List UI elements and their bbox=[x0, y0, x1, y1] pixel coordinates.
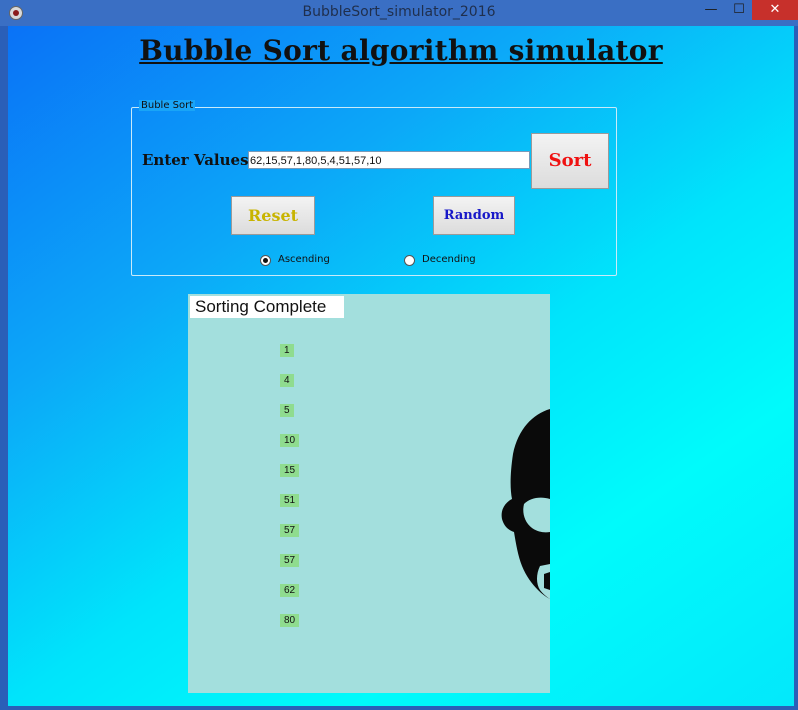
maximize-button[interactable]: ☐ bbox=[724, 0, 754, 20]
form-client-area: Bubble Sort algorithm simulator Buble So… bbox=[8, 26, 794, 706]
sorted-value: 80 bbox=[280, 614, 300, 627]
sorted-value: 1 bbox=[280, 344, 294, 357]
minimize-button[interactable]: — bbox=[696, 0, 726, 20]
sort-output-panel: Sorting Complete 1 4 5 10 15 51 57 57 62… bbox=[188, 294, 550, 693]
ascending-label[interactable]: Ascending bbox=[278, 254, 330, 265]
close-button[interactable]: ✕ bbox=[752, 0, 798, 20]
descending-label[interactable]: Decending bbox=[422, 254, 476, 265]
ascending-radio[interactable] bbox=[260, 255, 271, 266]
sorted-value: 62 bbox=[280, 584, 300, 597]
status-label: Sorting Complete bbox=[190, 296, 344, 318]
sorted-value: 51 bbox=[280, 494, 300, 507]
enter-values-label: Enter Values bbox=[142, 151, 249, 169]
reset-button[interactable]: Reset bbox=[231, 196, 315, 235]
descending-radio[interactable] bbox=[404, 255, 415, 266]
title-bar: BubbleSort_simulator_2016 — ☐ ✕ bbox=[0, 0, 798, 26]
values-input[interactable]: 62,15,57,1,80,5,4,51,57,10 bbox=[248, 151, 530, 169]
sorted-value: 15 bbox=[280, 464, 300, 477]
random-button[interactable]: Random bbox=[433, 196, 515, 235]
page-title: Bubble Sort algorithm simulator bbox=[139, 34, 663, 67]
sorted-value: 5 bbox=[280, 404, 294, 417]
sorted-value: 4 bbox=[280, 374, 294, 387]
sorted-value: 57 bbox=[280, 524, 300, 537]
groupbox-legend: Buble Sort bbox=[139, 100, 196, 111]
sorted-value: 57 bbox=[280, 554, 300, 567]
window-title: BubbleSort_simulator_2016 bbox=[302, 4, 496, 20]
sorted-value: 10 bbox=[280, 434, 300, 447]
sort-button[interactable]: Sort bbox=[531, 133, 609, 189]
bubble-sort-groupbox: Buble Sort Enter Values 62,15,57,1,80,5,… bbox=[131, 100, 617, 276]
portrait-silhouette-icon bbox=[501, 409, 550, 599]
